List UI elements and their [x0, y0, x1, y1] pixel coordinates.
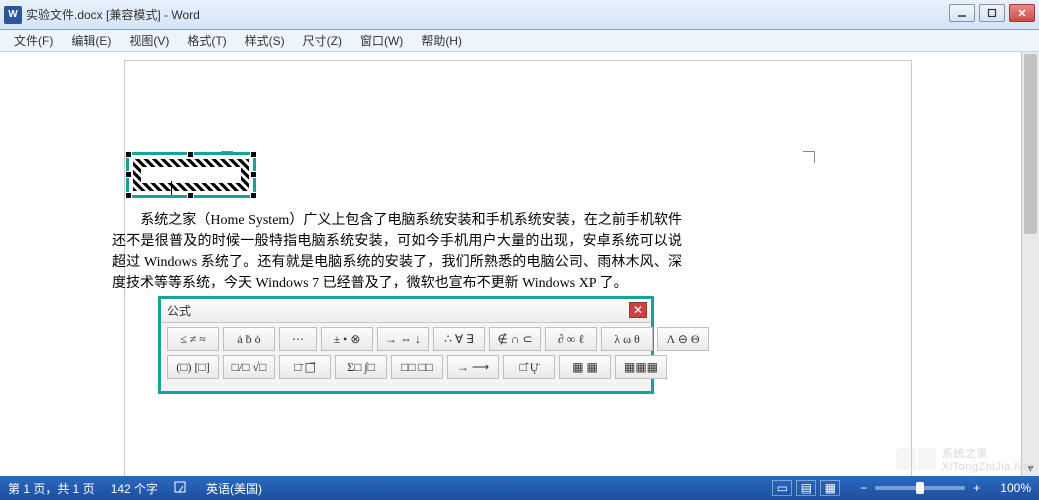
operators-button[interactable]: ± • ⊗ — [321, 327, 373, 351]
print-layout-view-icon[interactable]: ▭ — [772, 480, 792, 496]
workspace: 系统之家（Home System）广义上包含了电脑系统安装和手机系统安装，在之前… — [0, 52, 1021, 476]
crop-mark-icon — [803, 151, 815, 163]
resize-handle[interactable] — [187, 192, 194, 199]
sub-superscript-button[interactable]: □□ □□ — [391, 355, 443, 379]
resize-handle[interactable] — [187, 151, 194, 158]
document-paragraph[interactable]: 系统之家（Home System）广义上包含了电脑系统安装和手机系统安装，在之前… — [112, 210, 682, 294]
resize-handle[interactable] — [250, 171, 257, 178]
matrix-small-button[interactable]: ▦ ▦ — [559, 355, 611, 379]
watermark-url: XiTongZhiJia.Net — [942, 461, 1033, 473]
watermark: 系统之家 XiTongZhiJia.Net — [894, 444, 1033, 474]
view-buttons: ▭ ▤ ▦ — [772, 480, 840, 496]
maximize-button[interactable] — [979, 4, 1005, 22]
zoom-in-button[interactable]: + — [969, 481, 984, 495]
minimize-button[interactable] — [949, 4, 975, 22]
menu-format[interactable]: 格式(T) — [179, 30, 234, 51]
vertical-scrollbar[interactable]: ▾ — [1021, 52, 1039, 476]
greek-upper-button[interactable]: Λ ⊖ Θ — [657, 327, 709, 351]
zoom-control: − + — [856, 481, 984, 495]
zoom-out-button[interactable]: − — [856, 481, 871, 495]
greek-lower-button[interactable]: λ ω θ — [601, 327, 653, 351]
sum-integral-button[interactable]: Σ□ ∫□ — [335, 355, 387, 379]
web-layout-view-icon[interactable]: ▦ — [820, 480, 840, 496]
scrollbar-thumb[interactable] — [1024, 54, 1037, 234]
fraction-root-button[interactable]: □/□ √□ — [223, 355, 275, 379]
menu-window[interactable]: 窗口(W) — [352, 30, 411, 51]
formula-row-2: (□) [□] □/□ √□ □̄ □⃗ Σ□ ∫□ □□ □□ → ⟶ □̂ … — [167, 355, 645, 379]
watermark-logo-icon — [894, 444, 938, 474]
formula-title-text: 公式 — [167, 302, 191, 319]
status-wordcount[interactable]: 142 个字 — [111, 480, 158, 497]
formula-toolbar-title[interactable]: 公式 ✕ — [161, 299, 651, 323]
spellcheck-icon[interactable] — [174, 481, 190, 495]
status-language[interactable]: 英语(美国) — [206, 480, 262, 497]
matrix-large-button[interactable]: ▦▦▦ — [615, 355, 667, 379]
menu-edit[interactable]: 编辑(E) — [63, 30, 119, 51]
formula-row-1: ≤ ≠ ≈ ȧ ḃ ȯ ⋯ ± • ⊗ → ⇔ ↓ ∴ ∀ ∃ ∉ ∩ ⊂ ∂ … — [167, 327, 645, 351]
resize-handle[interactable] — [125, 151, 132, 158]
menubar: 文件(F) 编辑(E) 视图(V) 格式(T) 样式(S) 尺寸(Z) 窗口(W… — [0, 30, 1039, 52]
textbox-hatch-border — [133, 159, 249, 191]
window-title: 实验文件.docx [兼容模式] - Word — [26, 6, 200, 23]
logic-button[interactable]: ∴ ∀ ∃ — [433, 327, 485, 351]
ellipsis-button[interactable]: ⋯ — [279, 327, 317, 351]
status-page[interactable]: 第 1 页，共 1 页 — [8, 480, 95, 497]
zoom-slider[interactable] — [875, 486, 965, 490]
menu-file[interactable]: 文件(F) — [6, 30, 61, 51]
watermark-text: 系统之家 — [942, 445, 1033, 461]
read-mode-view-icon[interactable]: ▤ — [796, 480, 816, 496]
calculus-symbols-button[interactable]: ∂ ∞ ℓ — [545, 327, 597, 351]
word-app-icon: W — [4, 6, 22, 24]
overbar-vector-button[interactable]: □̄ □⃗ — [279, 355, 331, 379]
statusbar: 第 1 页，共 1 页 142 个字 英语(美国) ▭ ▤ ▦ − + 100% — [0, 476, 1039, 500]
resize-handle[interactable] — [125, 171, 132, 178]
relational-ops-button[interactable]: ≤ ≠ ≈ — [167, 327, 219, 351]
menu-help[interactable]: 帮助(H) — [413, 30, 470, 51]
resize-handle[interactable] — [250, 192, 257, 199]
menu-size[interactable]: 尺寸(Z) — [295, 30, 350, 51]
accent-button[interactable]: □̂ Ų̈ — [503, 355, 555, 379]
menu-view[interactable]: 视图(V) — [121, 30, 177, 51]
brackets-button[interactable]: (□) [□] — [167, 355, 219, 379]
menu-style[interactable]: 样式(S) — [237, 30, 293, 51]
resize-handle[interactable] — [250, 151, 257, 158]
close-button[interactable] — [1009, 4, 1035, 22]
long-arrows-button[interactable]: → ⟶ — [447, 355, 499, 379]
set-ops-button[interactable]: ∉ ∩ ⊂ — [489, 327, 541, 351]
zoom-slider-knob[interactable] — [916, 482, 924, 494]
formula-toolbar[interactable]: 公式 ✕ ≤ ≠ ≈ ȧ ḃ ȯ ⋯ ± • ⊗ → ⇔ ↓ ∴ ∀ ∃ ∉ ∩… — [158, 296, 654, 394]
titlebar: W 实验文件.docx [兼容模式] - Word — [0, 0, 1039, 30]
zoom-level[interactable]: 100% — [1000, 481, 1031, 495]
formula-rows: ≤ ≠ ≈ ȧ ḃ ȯ ⋯ ± • ⊗ → ⇔ ↓ ∴ ∀ ∃ ∉ ∩ ⊂ ∂ … — [161, 323, 651, 391]
formula-close-button[interactable]: ✕ — [629, 302, 647, 318]
text-caret-icon — [171, 181, 172, 195]
arrows-button[interactable]: → ⇔ ↓ — [377, 327, 429, 351]
resize-handle[interactable] — [125, 192, 132, 199]
selected-textbox[interactable] — [126, 152, 256, 198]
window-controls — [949, 4, 1035, 22]
dotted-letters-button[interactable]: ȧ ḃ ȯ — [223, 327, 275, 351]
